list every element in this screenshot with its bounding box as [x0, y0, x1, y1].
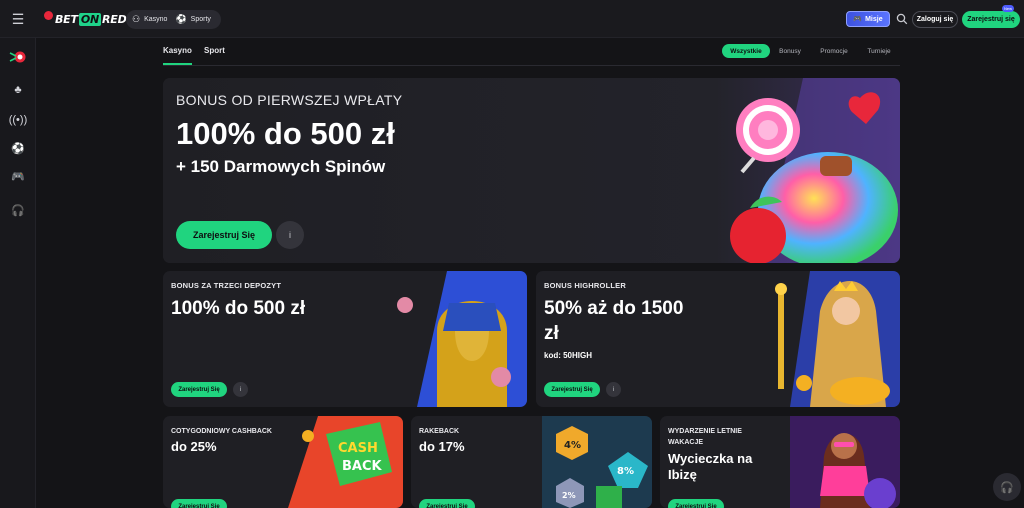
tab-kasyno[interactable]: Kasyno: [163, 46, 192, 65]
queen-illustration: [775, 271, 900, 407]
filter-promotions[interactable]: Promocje: [814, 44, 854, 58]
hero-banner[interactable]: BONUS OD PIERWSZEJ WPŁATY 100% do 500 zł…: [163, 78, 900, 263]
logo-mark-icon: [44, 10, 53, 20]
tab-sport[interactable]: Sport: [204, 46, 225, 55]
sidebar: ♣ ((•)) ⚽ 🎮 🎧: [0, 38, 36, 508]
card-kicker: WYDARZENIE LETNIE WAKACJE: [668, 426, 818, 448]
rakeback-badge-4: 4%: [564, 440, 581, 451]
info-icon[interactable]: i: [233, 382, 248, 397]
logo-text-bet: BET: [55, 12, 78, 26]
hero-kicker: BONUS OD PIERWSZEJ WPŁATY: [176, 92, 403, 108]
logo-text-red: RED: [101, 12, 127, 26]
hero-title: 100% do 500 zł: [176, 116, 395, 151]
promo-card-highroller[interactable]: BONUS HIGHROLLER 50% aż do 1500 zł kod: …: [536, 271, 900, 407]
casino-sports-switch: ⚇ Kasyno ⚽ Sporty: [126, 10, 221, 29]
filter-tournaments[interactable]: Turnieje: [860, 44, 898, 58]
card-title-line2: Ibizę: [668, 467, 697, 482]
missions-label: Misje: [865, 15, 883, 23]
card-register-button[interactable]: Zarejestruj Się: [171, 499, 227, 508]
card-kicker: BONUS HIGHROLLER: [544, 281, 626, 290]
card-title-line1: 50% aż do 1500: [544, 298, 684, 319]
rakeback-badge-8: 8%: [617, 466, 634, 477]
card-register-button[interactable]: Zarejestruj Się: [171, 382, 227, 397]
card-kicker-line2: WAKACJE: [668, 439, 704, 446]
casino-icon[interactable]: [0, 50, 36, 68]
login-button[interactable]: Zaloguj się: [912, 11, 958, 28]
switch-casino[interactable]: Kasyno: [144, 16, 167, 23]
promo-card-rakeback[interactable]: 4% 8% 2% RAKEBACK do 17% Zarejestruj Się: [411, 416, 652, 508]
hero-register-button[interactable]: Zarejestruj Się: [176, 221, 272, 249]
card-register-button[interactable]: Zarejestruj Się: [668, 499, 724, 508]
card-title: do 25%: [171, 439, 217, 454]
gamepad-icon: 🎮: [853, 16, 863, 23]
missions-button[interactable]: 🎮 Misje: [846, 11, 890, 27]
pharaoh-illustration: [397, 271, 527, 407]
card-register-button[interactable]: Zarejestruj Się: [419, 499, 475, 508]
rakeback-badge-2: 2%: [562, 491, 576, 500]
football-icon[interactable]: ⚽: [0, 142, 36, 160]
info-icon[interactable]: i: [606, 382, 621, 397]
support-chat-icon[interactable]: 🎧: [993, 473, 1021, 501]
card-title-line1: Wycieczka na: [668, 451, 753, 466]
content-tabs: Kasyno Sport Wszystkie Bonusy Promocje T…: [163, 44, 900, 66]
bonus-code: kod: 50HIGH: [544, 351, 593, 360]
register-button[interactable]: Zarejestruj się: [962, 11, 1020, 28]
filter-bonuses[interactable]: Bonusy: [774, 44, 806, 58]
promo-card-cashback[interactable]: CASH BACK COTYGODNIOWY CASHBACK do 25% Z…: [163, 416, 403, 508]
card-kicker: BONUS ZA TRZECI DEPOZYT: [171, 281, 282, 290]
new-badge: New: [1002, 5, 1015, 12]
card-title-line2: zł: [544, 323, 559, 344]
hamburger-menu-icon[interactable]: ☰: [0, 0, 36, 38]
switch-sports[interactable]: Sporty: [191, 16, 211, 23]
cashback-text-back: BACK: [342, 459, 383, 474]
live-icon[interactable]: ((•)): [0, 114, 36, 132]
cashback-text-cash: CASH: [338, 441, 378, 456]
card-title: 50% aż do 1500 zł: [544, 296, 683, 346]
logo[interactable]: BET ON RED: [44, 10, 127, 27]
support-headset-icon[interactable]: 🎧: [0, 204, 36, 222]
candy-illustration: [730, 92, 898, 263]
card-kicker-line1: WYDARZENIE LETNIE: [668, 428, 742, 435]
card-title: do 17%: [419, 439, 465, 454]
card-title: Wycieczka na Ibizę: [668, 451, 752, 483]
card-register-button[interactable]: Zarejestruj Się: [544, 382, 600, 397]
cherry-icon: ⚇: [132, 14, 141, 24]
gamepad-icon[interactable]: 🎮: [0, 170, 36, 188]
filter-all[interactable]: Wszystkie: [722, 44, 770, 58]
card-title: 100% do 500 zł: [171, 298, 306, 319]
search-icon[interactable]: [895, 11, 909, 27]
promo-card-third-deposit[interactable]: BONUS ZA TRZECI DEPOZYT 100% do 500 zł Z…: [163, 271, 527, 407]
hero-subtitle: + 150 Darmowych Spinów: [176, 157, 386, 176]
logo-text-on: ON: [78, 12, 101, 26]
top-bar: ☰ BET ON RED ⚇ Kasyno ⚽ Sporty 🎮 Misje Z…: [0, 0, 1024, 38]
info-icon[interactable]: i: [276, 221, 304, 249]
cherry-icon[interactable]: ♣: [0, 84, 36, 102]
promo-card-summer-event[interactable]: WYDARZENIE LETNIE WAKACJE Wycieczka na I…: [660, 416, 900, 508]
card-kicker: COTYGODNIOWY CASHBACK: [171, 428, 272, 435]
card-kicker: RAKEBACK: [419, 428, 460, 435]
football-icon: ⚽: [175, 14, 187, 24]
